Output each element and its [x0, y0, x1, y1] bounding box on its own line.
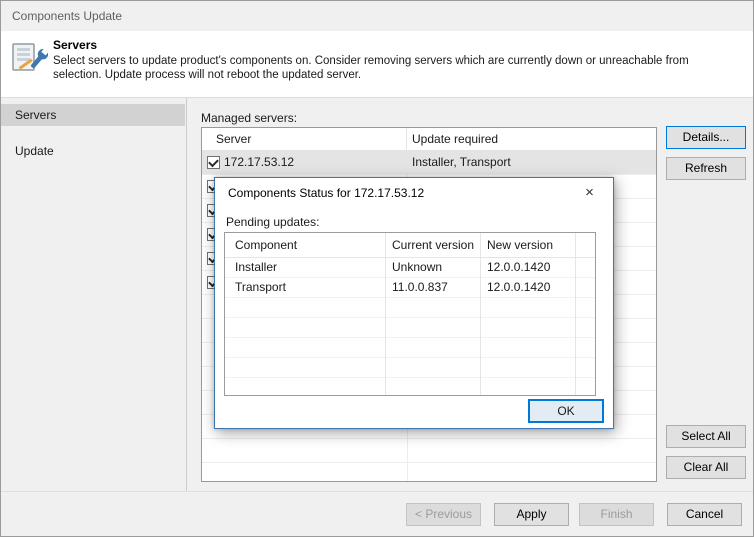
table-row[interactable]: Transport 11.0.0.837 12.0.0.1420: [225, 278, 595, 298]
page-title: Servers: [53, 38, 98, 52]
close-icon[interactable]: ×: [567, 179, 612, 207]
sidebar-item-label: Servers: [15, 108, 57, 122]
new-version: 12.0.0.1420: [487, 260, 551, 274]
finish-button: Finish: [579, 503, 654, 526]
new-version: 12.0.0.1420: [487, 280, 551, 294]
empty-row: [202, 439, 656, 463]
empty-row: [225, 338, 595, 358]
update-required-value: Installer, Transport: [412, 155, 511, 169]
clear-all-button[interactable]: Clear All: [666, 456, 746, 479]
column-header-current-version[interactable]: Current version: [392, 233, 474, 257]
wizard-sidebar: Servers Update: [1, 98, 187, 491]
server-tools-icon: [10, 37, 50, 75]
window-titlebar: Components Update: [1, 1, 753, 31]
table-header: Component Current version New version: [225, 233, 595, 258]
empty-row: [225, 298, 595, 318]
empty-row: [225, 378, 595, 395]
current-version: Unknown: [392, 260, 443, 274]
pending-updates-label: Pending updates:: [226, 215, 320, 229]
column-header-new-version[interactable]: New version: [487, 233, 553, 257]
column-header-server[interactable]: Server: [202, 128, 407, 150]
server-name: 172.17.53.12: [224, 155, 295, 169]
wizard-header: Servers Select servers to update product…: [1, 31, 753, 98]
refresh-button[interactable]: Refresh: [666, 157, 746, 180]
column-divider: [385, 233, 386, 395]
dialog-title: Components Status for 172.17.53.12: [228, 186, 425, 200]
dialog-titlebar: Components Status for 172.17.53.12 ×: [215, 178, 613, 208]
column-header-update-required[interactable]: Update required: [407, 128, 656, 150]
table-header: Server Update required: [202, 128, 656, 151]
current-version: 11.0.0.837: [392, 280, 448, 294]
select-all-button[interactable]: Select All: [666, 425, 746, 448]
empty-row: [225, 318, 595, 338]
apply-button[interactable]: Apply: [494, 503, 569, 526]
details-button[interactable]: Details...: [666, 126, 746, 149]
components-update-window: Components Update Servers Select servers…: [0, 0, 754, 537]
component-name: Transport: [235, 280, 286, 294]
page-description: Select servers to update product's compo…: [53, 55, 689, 81]
components-status-dialog: Components Status for 172.17.53.12 × Pen…: [214, 177, 614, 429]
empty-row: [225, 358, 595, 378]
sidebar-item-label: Update: [15, 144, 54, 158]
pending-updates-table: Component Current version New version In…: [224, 232, 596, 396]
previous-button: < Previous: [406, 503, 481, 526]
window-title: Components Update: [12, 9, 123, 23]
component-name: Installer: [235, 260, 278, 274]
table-row[interactable]: 172.17.53.12 Installer, Transport: [202, 151, 656, 175]
empty-row: [202, 463, 656, 481]
column-header-component[interactable]: Component: [235, 233, 297, 257]
server-checkbox[interactable]: [207, 156, 220, 169]
sidebar-item-servers[interactable]: Servers: [1, 104, 185, 126]
cancel-button[interactable]: Cancel: [667, 503, 742, 526]
column-divider: [575, 233, 576, 395]
managed-servers-label: Managed servers:: [201, 111, 298, 125]
column-divider: [480, 233, 481, 395]
wizard-footer: < Previous Apply Finish Cancel: [1, 491, 753, 536]
ok-button[interactable]: OK: [528, 399, 604, 423]
table-row[interactable]: Installer Unknown 12.0.0.1420: [225, 258, 595, 278]
sidebar-item-update[interactable]: Update: [1, 140, 185, 162]
